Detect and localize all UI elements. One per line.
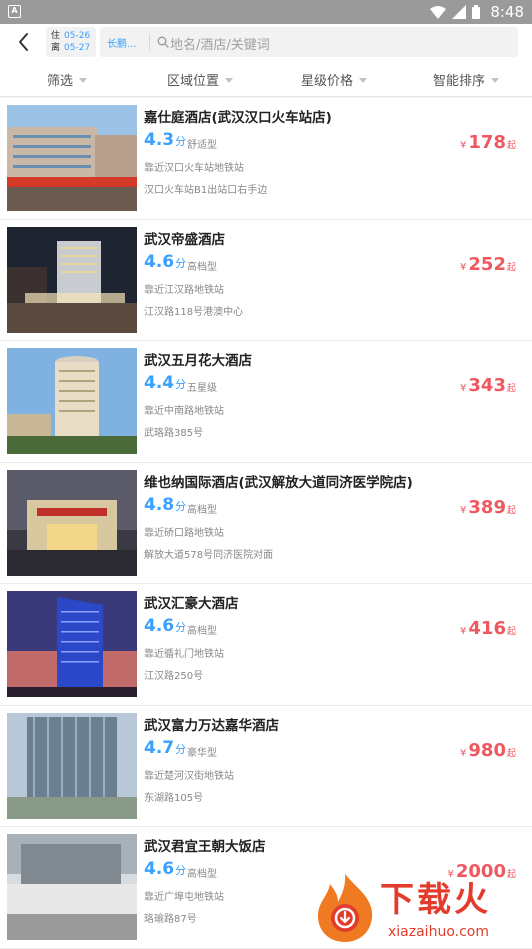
hotel-name: 武汉帝盛酒店 [144, 231, 225, 248]
caret-down-icon [359, 77, 368, 83]
hotel-metro: 靠近楚河汉街地铁站 [144, 770, 234, 782]
hotel-metro: 靠近江汉路地铁站 [144, 284, 224, 296]
caret-down-icon [79, 77, 88, 83]
hotel-card[interactable]: 武汉帝盛酒店 4.6 分 高档型 靠近江汉路地铁站 江汉路118号港澳中心 ¥25… [0, 219, 532, 341]
clock: 8:48 [490, 3, 524, 21]
battery-icon [472, 5, 481, 19]
hotel-photo [7, 348, 137, 454]
hotel-address: 江汉路250号 [144, 671, 204, 682]
search-input[interactable]: 地名/酒店/关键词 [170, 34, 270, 53]
hotel-address: 江汉路118号港澳中心 [144, 306, 244, 318]
app-notification-icon: A [8, 5, 21, 18]
checkin-label: 住 [51, 31, 61, 41]
hotel-photo [7, 226, 137, 333]
hotel-name: 武汉君宜王朝大饭店 [144, 839, 266, 855]
caret-down-icon [491, 77, 500, 83]
search-divider [149, 34, 150, 50]
filter-sort[interactable]: 智能排序 [433, 70, 500, 89]
date-selector[interactable]: 住 05-26 离 05-27 [46, 27, 96, 57]
filter-label: 智能排序 [433, 74, 486, 89]
hotel-address: 解放大道578号同济医院对面 [144, 549, 274, 561]
hotel-card[interactable]: 维也纳国际酒店(武汉解放大道同济医学院店) 4.8 分 高档型 靠近硚口路地铁站 … [0, 462, 532, 584]
hotel-metro: 靠近汉口火车站地铁站 [144, 163, 244, 174]
hotel-price: ¥178 起 [460, 132, 516, 153]
hotel-metro: 靠近广埠屯地铁站 [144, 892, 224, 903]
hotel-grade: 高档型 [187, 869, 217, 880]
filter-star-price[interactable]: 星级价格 [301, 70, 368, 89]
caret-down-icon [225, 77, 234, 83]
hotel-grade: 舒适型 [187, 140, 217, 151]
hotel-metro: 靠近循礼门地铁站 [144, 649, 224, 660]
hotel-score: 4.8 分 [144, 494, 187, 515]
checkout-date: 05-27 [64, 43, 91, 53]
checkin-date: 05-26 [64, 31, 91, 41]
hotel-photo [7, 469, 137, 576]
hotel-address: 珞瑜路87号 [144, 914, 197, 925]
hotel-grade: 五星级 [187, 383, 217, 394]
checkout-label: 离 [51, 43, 61, 53]
hotel-price: ¥389 起 [460, 496, 516, 518]
status-bar: A 8:48 [0, 0, 532, 24]
hotel-score: 4.7 分 [144, 737, 187, 758]
hotel-score: 4.6 分 [144, 859, 187, 879]
search-bar[interactable]: 长鹏... 地名/酒店/关键词 [100, 27, 518, 57]
hotel-address: 东湖路105号 [144, 792, 204, 804]
chevron-left-icon [19, 33, 28, 51]
hotel-address: 武珞路385号 [144, 428, 204, 439]
back-button[interactable] [10, 28, 38, 56]
filter-area[interactable]: 区域位置 [167, 70, 234, 89]
flame-icon [318, 874, 373, 942]
watermark-text: 下载火 [380, 880, 491, 920]
hotel-name: 武汉五月花大酒店 [144, 353, 252, 369]
hotel-photo [7, 712, 137, 819]
hotel-score: 4.3 分 [144, 130, 187, 150]
search-header: 住 05-26 离 05-27 长鹏... 地名/酒店/关键词 [0, 24, 532, 60]
hotel-name: 武汉汇豪大酒店 [144, 596, 239, 612]
hotel-grade: 高档型 [187, 626, 217, 637]
hotel-card[interactable]: 嘉仕庭酒店(武汉汉口火车站店) 4.3 分 舒适型 靠近汉口火车站地铁站 汉口火车… [0, 98, 532, 220]
hotel-list: 嘉仕庭酒店(武汉汉口火车站店) 4.3 分 舒适型 靠近汉口火车站地铁站 汉口火车… [0, 98, 532, 949]
hotel-name: 维也纳国际酒店(武汉解放大道同济医学院店) [144, 474, 413, 491]
watermark-logo: 下载火 xiazaihuo.com [312, 870, 532, 946]
hotel-grade: 高档型 [187, 504, 217, 516]
hotel-score: 4.4 分 [144, 373, 187, 393]
hotel-score: 4.6 分 [144, 616, 187, 636]
filter-label: 区域位置 [167, 74, 220, 89]
hotel-score: 4.6 分 [144, 251, 187, 272]
hotel-grade: 豪华型 [187, 747, 217, 759]
status-icons: 8:48 [430, 0, 524, 24]
hotel-card[interactable]: 武汉富力万达嘉华酒店 4.7 分 豪华型 靠近楚河汉街地铁站 东湖路105号 ¥9… [0, 705, 532, 827]
hotel-metro: 靠近中南路地铁站 [144, 406, 224, 417]
hotel-name: 嘉仕庭酒店(武汉汉口火车站店) [144, 110, 332, 126]
hotel-price: ¥980 起 [460, 739, 516, 761]
hotel-card[interactable]: 武汉汇豪大酒店 4.6 分 高档型 靠近循礼门地铁站 江汉路250号 ¥416 起 [0, 584, 532, 706]
signal-icon [452, 5, 467, 19]
search-icon [157, 36, 169, 48]
hotel-photo [7, 834, 137, 940]
hotel-name: 武汉富力万达嘉华酒店 [144, 717, 279, 734]
hotel-photo [7, 105, 137, 211]
hotel-metro: 靠近硚口路地铁站 [144, 527, 224, 539]
hotel-address: 汉口火车站B1出站口右手边 [144, 185, 268, 196]
watermark-url: xiazaihuo.com [388, 924, 489, 940]
filter-label: 筛选 [47, 74, 74, 89]
hotel-photo [7, 591, 137, 697]
city-selector[interactable]: 长鹏... [107, 35, 137, 50]
hotel-price: ¥416 起 [460, 618, 516, 639]
hotel-grade: 高档型 [187, 261, 217, 273]
filter-screen[interactable]: 筛选 [47, 70, 88, 89]
filter-bar: 筛选 区域位置 星级价格 智能排序 [0, 60, 532, 97]
hotel-card[interactable]: 武汉五月花大酒店 4.4 分 五星级 靠近中南路地铁站 武珞路385号 ¥343 起 [0, 341, 532, 463]
wifi-icon [430, 5, 447, 19]
hotel-price: ¥252 起 [460, 253, 516, 275]
filter-label: 星级价格 [301, 74, 354, 89]
hotel-price: ¥343 起 [460, 375, 516, 396]
